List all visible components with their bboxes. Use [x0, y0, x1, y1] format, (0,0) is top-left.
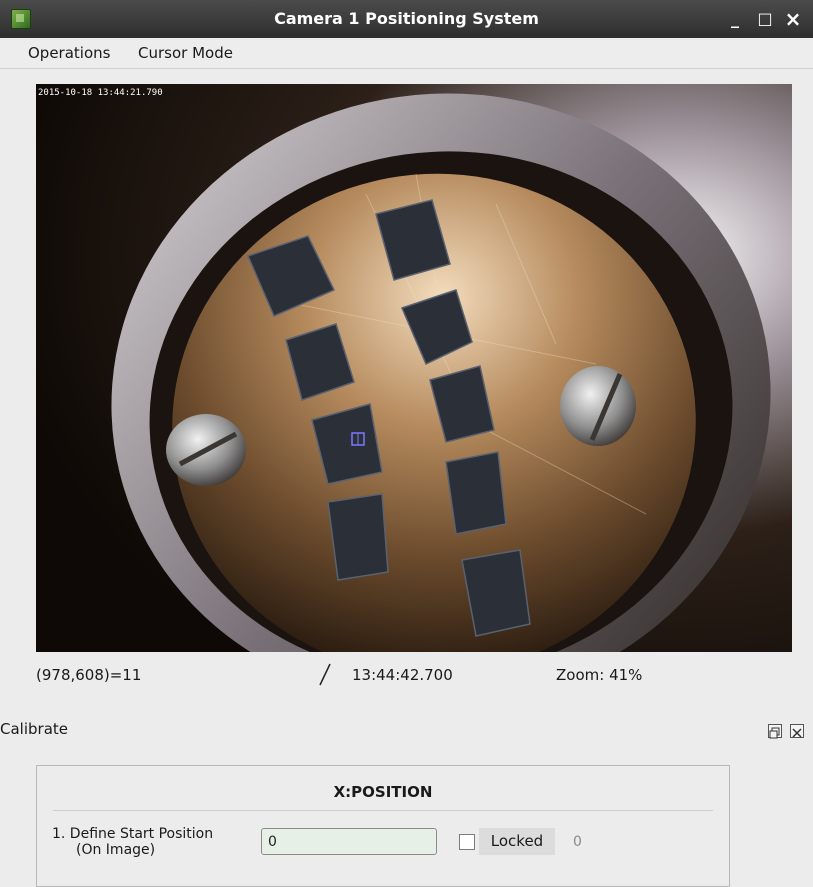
calibrate-dock-title: Calibrate: [0, 720, 68, 738]
float-dock-button[interactable]: [768, 724, 782, 739]
section-title: X:POSITION: [333, 783, 433, 801]
time-readout: 13:44:42.700: [352, 666, 453, 684]
start-position-input[interactable]: [261, 828, 437, 855]
window-titlebar[interactable]: Camera 1 Positioning System _ □ ×: [0, 0, 813, 38]
camera-image: 2015-10-18 13:44:21.790: [36, 84, 792, 652]
separator-slash: [319, 663, 331, 686]
camera-image-viewer[interactable]: 2015-10-18 13:44:21.790: [36, 84, 792, 652]
maximize-button[interactable]: □: [754, 8, 776, 30]
menu-bar: Operations Cursor Mode: [0, 38, 813, 69]
close-icon: [792, 728, 802, 738]
menu-operations[interactable]: Operations: [28, 44, 110, 62]
start-position-label: 1. Define Start Position (On Image): [52, 826, 214, 858]
menu-cursor-mode[interactable]: Cursor Mode: [138, 44, 233, 62]
locked-checkbox[interactable]: [459, 834, 475, 850]
window-title: Camera 1 Positioning System: [274, 9, 539, 28]
timestamp-overlay: 2015-10-18 13:44:21.790: [38, 88, 163, 98]
restore-icon: [769, 727, 780, 739]
close-button[interactable]: ×: [782, 8, 804, 30]
x-position-panel: X:POSITION 1. Define Start Position (On …: [36, 765, 730, 887]
divider: [53, 810, 713, 811]
zoom-readout: Zoom: 41%: [556, 666, 643, 684]
cursor-readout: (978,608)=11: [36, 666, 142, 684]
locked-value: 0: [573, 834, 582, 850]
close-dock-button[interactable]: [790, 724, 804, 738]
minimize-button[interactable]: _: [724, 8, 746, 30]
locked-label[interactable]: Locked: [479, 828, 555, 855]
